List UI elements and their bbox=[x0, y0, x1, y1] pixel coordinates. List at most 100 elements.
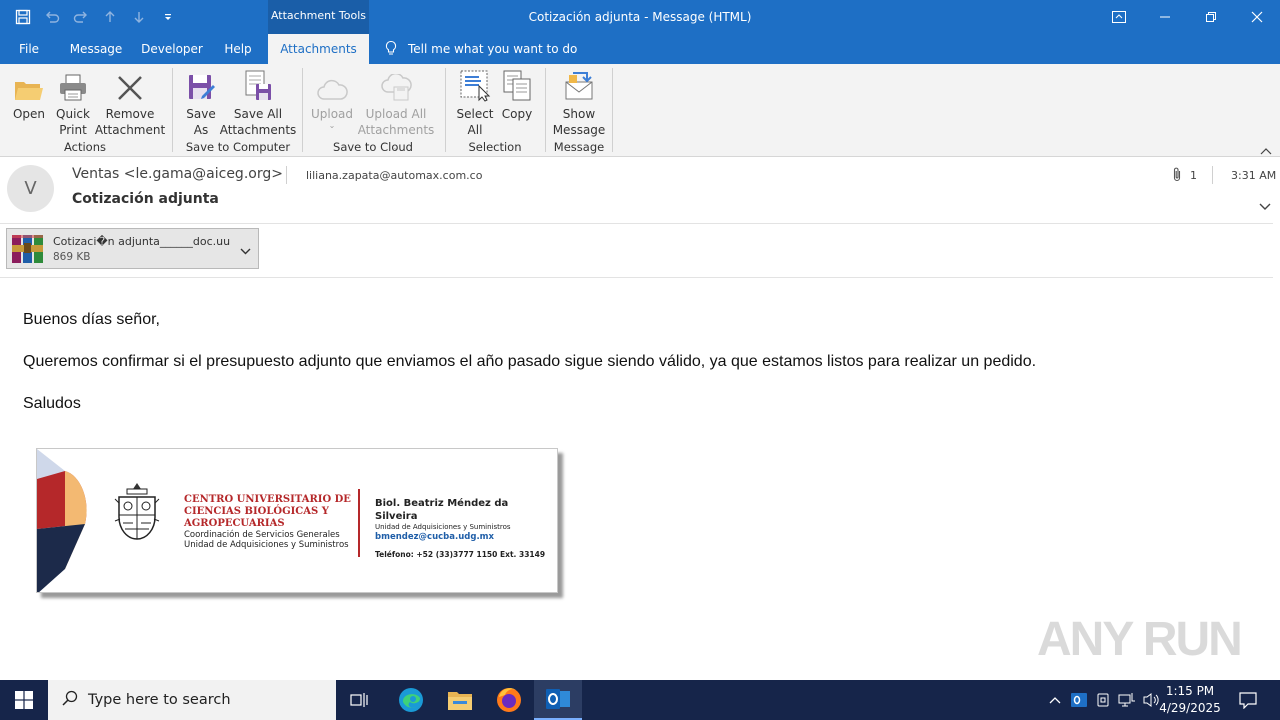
taskbar-clock[interactable]: 1:15 PM 4/29/2025 bbox=[1158, 683, 1222, 717]
search-placeholder: Type here to search bbox=[88, 692, 231, 708]
group-label-actions: Actions bbox=[63, 140, 106, 154]
attachment-name: Cotizaci�n adjunta______doc.uu bbox=[53, 235, 231, 248]
windows-start-icon[interactable] bbox=[0, 680, 48, 720]
show-message-icon bbox=[563, 68, 595, 102]
tell-me-box[interactable]: Tell me what you want to do bbox=[384, 34, 577, 64]
tab-message[interactable]: Message bbox=[62, 34, 130, 64]
sender[interactable]: Ventas <le.gama@aiceg.org> bbox=[72, 166, 283, 182]
chevron-up-icon[interactable] bbox=[1044, 680, 1066, 720]
save-all-attachments-button[interactable]: Save All Attachments bbox=[220, 68, 296, 138]
tab-attachments[interactable]: Attachments bbox=[268, 34, 369, 64]
lightbulb-icon bbox=[384, 40, 398, 59]
winrar-archive-icon bbox=[11, 233, 45, 268]
tell-me-label: Tell me what you want to do bbox=[408, 42, 578, 56]
group-separator bbox=[612, 68, 613, 152]
copy-button[interactable]: Copy bbox=[500, 68, 534, 122]
signature-organization: CENTRO UNIVERSITARIO DE CIENCIAS BIOLÓGI… bbox=[184, 494, 351, 529]
group-label-save-to-computer: Save to Computer bbox=[185, 140, 291, 154]
group-separator bbox=[445, 68, 446, 152]
cloud-icon bbox=[316, 68, 348, 102]
taskbar-search-box[interactable]: Type here to search bbox=[48, 680, 336, 720]
notification-icon[interactable] bbox=[1230, 680, 1266, 720]
avatar: V bbox=[7, 165, 54, 212]
close-icon[interactable] bbox=[1234, 0, 1280, 34]
group-separator bbox=[172, 68, 173, 152]
collapse-ribbon-icon[interactable] bbox=[1260, 144, 1272, 155]
folder-icon bbox=[13, 68, 45, 102]
watermark: ANY RUN bbox=[1037, 613, 1243, 666]
divider bbox=[1212, 166, 1213, 184]
device-icon[interactable] bbox=[1092, 680, 1114, 720]
divider bbox=[286, 166, 287, 184]
signature-phone: Teléfono: +52 (33)3777 1150 Ext. 33149 bbox=[375, 550, 546, 559]
group-label-selection: Selection bbox=[468, 140, 522, 154]
attachment-chip[interactable]: Cotizaci�n adjunta______doc.uu 869 KB bbox=[6, 228, 259, 269]
save-as-icon bbox=[185, 68, 217, 102]
signature-divider bbox=[358, 489, 360, 557]
taskbar: Type here to search 1:15 PM 4/29/2025 bbox=[0, 680, 1280, 720]
firefox-icon[interactable] bbox=[484, 680, 534, 720]
arrow-down-icon[interactable] bbox=[124, 2, 153, 32]
email-signature-image: CENTRO UNIVERSITARIO DE CIENCIAS BIOLÓGI… bbox=[36, 448, 558, 593]
file-explorer-icon[interactable] bbox=[436, 680, 484, 720]
attachment-size: 869 KB bbox=[53, 251, 91, 263]
title-bar: Attachment Tools Cotización adjunta - Me… bbox=[0, 0, 1280, 34]
network-icon[interactable] bbox=[1116, 680, 1138, 720]
quick-access-toolbar bbox=[8, 0, 182, 34]
tab-help[interactable]: Help bbox=[214, 34, 262, 64]
minimize-icon[interactable] bbox=[1142, 0, 1188, 34]
copy-icon bbox=[501, 68, 533, 102]
ribbon: Open Quick Print Remove Attachment Actio… bbox=[0, 64, 1280, 157]
tab-file[interactable]: File bbox=[0, 34, 58, 64]
body-paragraph: Queremos confirmar si el presupuesto adj… bbox=[23, 353, 1037, 370]
undo-icon[interactable] bbox=[37, 2, 66, 32]
show-message-button[interactable]: Show Message bbox=[553, 68, 605, 138]
divider bbox=[0, 277, 1273, 278]
signature-email: bmendez@cucba.udg.mx bbox=[375, 532, 495, 542]
save-as-button[interactable]: Save As bbox=[184, 68, 218, 138]
group-separator bbox=[545, 68, 546, 152]
redo-icon[interactable] bbox=[66, 2, 95, 32]
select-all-button[interactable]: Select All bbox=[455, 68, 495, 138]
remove-x-icon bbox=[114, 68, 146, 102]
outlook-taskbar-icon[interactable] bbox=[534, 680, 582, 720]
attachment-tools-context: Attachment Tools bbox=[268, 0, 369, 34]
quick-print-button[interactable]: Quick Print bbox=[54, 68, 92, 138]
recipient[interactable]: liliana.zapata@automax.com.co bbox=[306, 169, 482, 182]
window-title: Cotización adjunta - Message (HTML) bbox=[528, 10, 752, 24]
save-all-icon bbox=[242, 68, 274, 102]
open-button[interactable]: Open bbox=[10, 68, 48, 122]
save-icon[interactable] bbox=[8, 2, 37, 32]
signature-graphic bbox=[37, 449, 87, 592]
divider bbox=[0, 223, 1273, 224]
task-view-icon[interactable] bbox=[336, 680, 384, 720]
attachment-count: 1 bbox=[1172, 166, 1197, 184]
chevron-down-icon[interactable] bbox=[240, 244, 251, 255]
body-closing: Saludos bbox=[23, 395, 81, 412]
signature-department: Coordinación de Servicios Generales Unid… bbox=[184, 530, 349, 550]
outlook-tray-icon[interactable] bbox=[1068, 680, 1090, 720]
edge-browser-icon[interactable] bbox=[386, 680, 436, 720]
subject: Cotización adjunta bbox=[72, 191, 219, 207]
received-time: 3:31 AM bbox=[1231, 169, 1277, 182]
group-separator bbox=[302, 68, 303, 152]
restore-icon[interactable] bbox=[1188, 0, 1234, 34]
select-all-icon bbox=[459, 68, 491, 102]
group-label-message: Message bbox=[553, 140, 605, 154]
ribbon-display-options-icon[interactable] bbox=[1096, 0, 1142, 34]
cloud-attachments-icon bbox=[380, 68, 412, 102]
printer-icon bbox=[57, 68, 89, 102]
search-icon bbox=[62, 690, 78, 710]
expand-header-icon[interactable] bbox=[1258, 201, 1272, 211]
arrow-up-icon[interactable] bbox=[95, 2, 124, 32]
window-controls bbox=[1096, 0, 1280, 34]
paperclip-icon bbox=[1172, 166, 1182, 185]
ribbon-tabs: File Message Developer Help Attachments … bbox=[0, 34, 1280, 64]
upload-button[interactable]: Upload ⌄ bbox=[310, 68, 354, 130]
signature-unit: Unidad de Adquisiciones y Suministros bbox=[375, 523, 511, 531]
remove-attachment-button[interactable]: Remove Attachment bbox=[95, 68, 165, 138]
body-greeting: Buenos días señor, bbox=[23, 311, 160, 328]
signature-person-name: Biol. Beatriz Méndez da Silveira bbox=[375, 498, 509, 522]
customize-qat-icon[interactable] bbox=[153, 2, 182, 32]
tab-developer[interactable]: Developer bbox=[136, 34, 208, 64]
